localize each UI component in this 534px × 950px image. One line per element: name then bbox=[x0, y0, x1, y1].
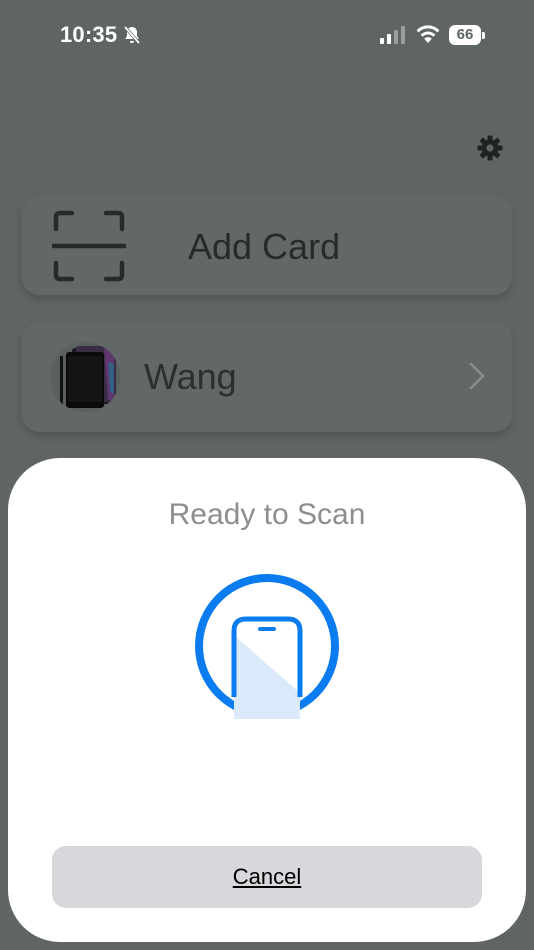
card-row-wang[interactable]: Wang bbox=[22, 322, 512, 432]
wifi-icon bbox=[416, 25, 440, 43]
status-bar: 10:35 66 bbox=[0, 0, 534, 72]
cellular-signal-icon bbox=[380, 26, 405, 44]
bell-slash-icon bbox=[123, 25, 141, 45]
add-card-label: Add Card bbox=[188, 226, 341, 267]
cancel-button[interactable]: Cancel bbox=[52, 846, 482, 908]
chevron-right-icon bbox=[469, 362, 485, 390]
scan-sheet: Ready to Scan Cancel bbox=[8, 458, 526, 942]
battery-level: 66 bbox=[456, 26, 474, 43]
gear-icon[interactable] bbox=[476, 134, 504, 162]
card-name: Wang bbox=[144, 356, 237, 397]
sheet-title: Ready to Scan bbox=[168, 498, 366, 531]
phone-scan-icon bbox=[195, 574, 339, 719]
card-thumbnail bbox=[50, 342, 120, 412]
scan-frame-icon bbox=[52, 210, 126, 282]
add-card-button[interactable]: Add Card bbox=[22, 196, 512, 295]
battery-icon: 66 bbox=[449, 25, 485, 45]
status-time: 10:35 bbox=[60, 22, 118, 47]
